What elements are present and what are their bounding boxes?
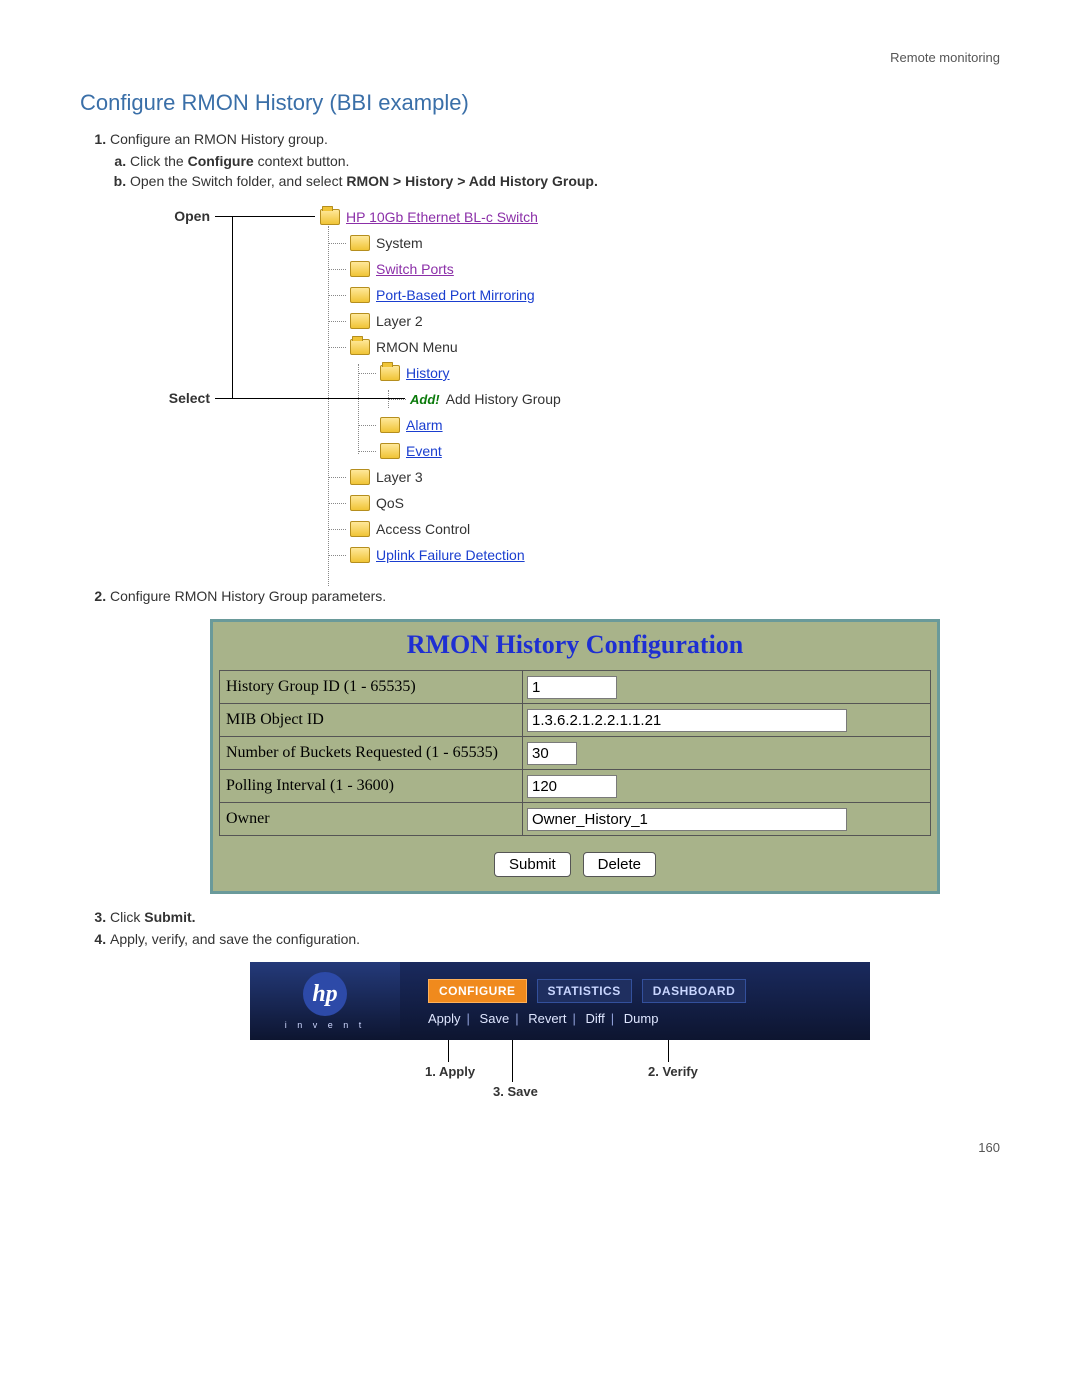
row-label: Owner [220, 803, 523, 836]
tree-root[interactable]: HP 10Gb Ethernet BL-c Switch [346, 209, 538, 225]
callouts: 1. Apply 3. Save 2. Verify [250, 1040, 870, 1110]
separator: | [515, 1011, 518, 1026]
folder-icon [380, 443, 400, 459]
step-4: Apply, verify, and save the configuratio… [110, 931, 1000, 1110]
step-4-text: Apply, verify, and save the configuratio… [110, 931, 360, 947]
folder-icon [350, 261, 370, 277]
tree-item-port-mirror[interactable]: Port-Based Port Mirroring [376, 287, 535, 303]
hp-invent-label: i n v e n t [285, 1020, 366, 1030]
step-1b: Open the Switch folder, and select RMON … [130, 173, 1000, 189]
step-list: Configure an RMON History group. Click t… [110, 131, 1000, 1110]
tab-statistics[interactable]: STATISTICS [537, 979, 632, 1003]
table-row: Owner [220, 803, 931, 836]
separator: | [467, 1011, 470, 1026]
tree-item-alarm[interactable]: Alarm [406, 417, 443, 433]
history-group-id-input[interactable] [527, 676, 617, 699]
step-3-pre: Click [110, 909, 144, 925]
separator: | [573, 1011, 576, 1026]
tree-item-switch-ports[interactable]: Switch Ports [376, 261, 454, 277]
row-label: MIB Object ID [220, 704, 523, 737]
header-section: Remote monitoring [80, 50, 1000, 65]
folder-open-icon [380, 365, 400, 381]
page-title: Configure RMON History (BBI example) [80, 90, 1000, 116]
tree-item-system[interactable]: System [376, 235, 423, 251]
step-1a: Click the Configure context button. [130, 153, 1000, 169]
hp-toolbar-figure: hp i n v e n t CONFIGURE STATISTICS DASH… [250, 962, 870, 1110]
folder-icon [350, 547, 370, 563]
step-1b-pre: Open the Switch folder, and select [130, 173, 346, 189]
link-diff[interactable]: Diff [586, 1011, 605, 1026]
tab-configure[interactable]: CONFIGURE [428, 979, 527, 1003]
tree-item-layer3[interactable]: Layer 3 [376, 469, 423, 485]
row-label: Polling Interval (1 - 3600) [220, 770, 523, 803]
folder-icon [350, 313, 370, 329]
tab-dashboard[interactable]: DASHBOARD [642, 979, 747, 1003]
delete-button[interactable]: Delete [583, 852, 656, 877]
step-1a-post: context button. [254, 153, 350, 169]
hp-toolbar: hp i n v e n t CONFIGURE STATISTICS DASH… [250, 962, 870, 1040]
tree-item-add-history[interactable]: Add History Group [446, 391, 561, 407]
step-1a-bold: Configure [188, 153, 254, 169]
row-label: History Group ID (1 - 65535) [220, 671, 523, 704]
callout-apply: 1. Apply [425, 1064, 475, 1079]
step-3-bold: Submit. [144, 909, 195, 925]
folder-icon [350, 287, 370, 303]
folder-icon [350, 521, 370, 537]
tree-item-qos[interactable]: QoS [376, 495, 404, 511]
link-revert[interactable]: Revert [528, 1011, 566, 1026]
tree-item-access[interactable]: Access Control [376, 521, 470, 537]
step-1: Configure an RMON History group. Click t… [110, 131, 1000, 568]
step-1b-bold: RMON > History > Add History Group. [346, 173, 598, 189]
tree-item-uplink[interactable]: Uplink Failure Detection [376, 547, 525, 563]
step-3: Click Submit. [110, 909, 1000, 925]
link-save[interactable]: Save [480, 1011, 510, 1026]
config-table: History Group ID (1 - 65535) MIB Object … [219, 670, 931, 836]
hp-logo-icon: hp [303, 972, 347, 1016]
config-panel: RMON History Configuration History Group… [210, 619, 940, 894]
tree-item-event[interactable]: Event [406, 443, 442, 459]
hp-logo-area: hp i n v e n t [250, 962, 400, 1040]
add-prefix: Add! [410, 392, 440, 407]
table-row: MIB Object ID [220, 704, 931, 737]
row-label: Number of Buckets Requested (1 - 65535) [220, 737, 523, 770]
folder-icon [350, 469, 370, 485]
table-row: Polling Interval (1 - 3600) [220, 770, 931, 803]
page-number: 160 [80, 1140, 1000, 1155]
polling-interval-input[interactable] [527, 775, 617, 798]
step-1-text: Configure an RMON History group. [110, 131, 328, 147]
submit-button[interactable]: Submit [494, 852, 571, 877]
tree-select-label: Select [150, 390, 210, 406]
step-1a-pre: Click the [130, 153, 188, 169]
folder-icon [380, 417, 400, 433]
tree-open-label: Open [150, 208, 210, 224]
tree-item-rmon[interactable]: RMON Menu [376, 339, 458, 355]
table-row: History Group ID (1 - 65535) [220, 671, 931, 704]
table-row: Number of Buckets Requested (1 - 65535) [220, 737, 931, 770]
buckets-input[interactable] [527, 742, 577, 765]
step-2-text: Configure RMON History Group parameters. [110, 588, 386, 604]
link-dump[interactable]: Dump [624, 1011, 659, 1026]
separator: | [611, 1011, 614, 1026]
folder-open-icon [350, 339, 370, 355]
config-title: RMON History Configuration [219, 630, 931, 660]
tree-item-layer2[interactable]: Layer 2 [376, 313, 423, 329]
owner-input[interactable] [527, 808, 847, 831]
hp-sublinks: Apply | Save | Revert | Diff | Dump [428, 1011, 860, 1026]
mib-object-id-input[interactable] [527, 709, 847, 732]
tree-figure: Open HP 10Gb Ethernet BL-c Switch System… [250, 204, 1000, 568]
callout-save: 3. Save [493, 1084, 538, 1099]
folder-icon [350, 495, 370, 511]
folder-icon [350, 235, 370, 251]
tree-item-history[interactable]: History [406, 365, 450, 381]
folder-open-icon [320, 209, 340, 225]
step-2: Configure RMON History Group parameters.… [110, 588, 1000, 894]
callout-verify: 2. Verify [648, 1064, 698, 1079]
link-apply[interactable]: Apply [428, 1011, 461, 1026]
